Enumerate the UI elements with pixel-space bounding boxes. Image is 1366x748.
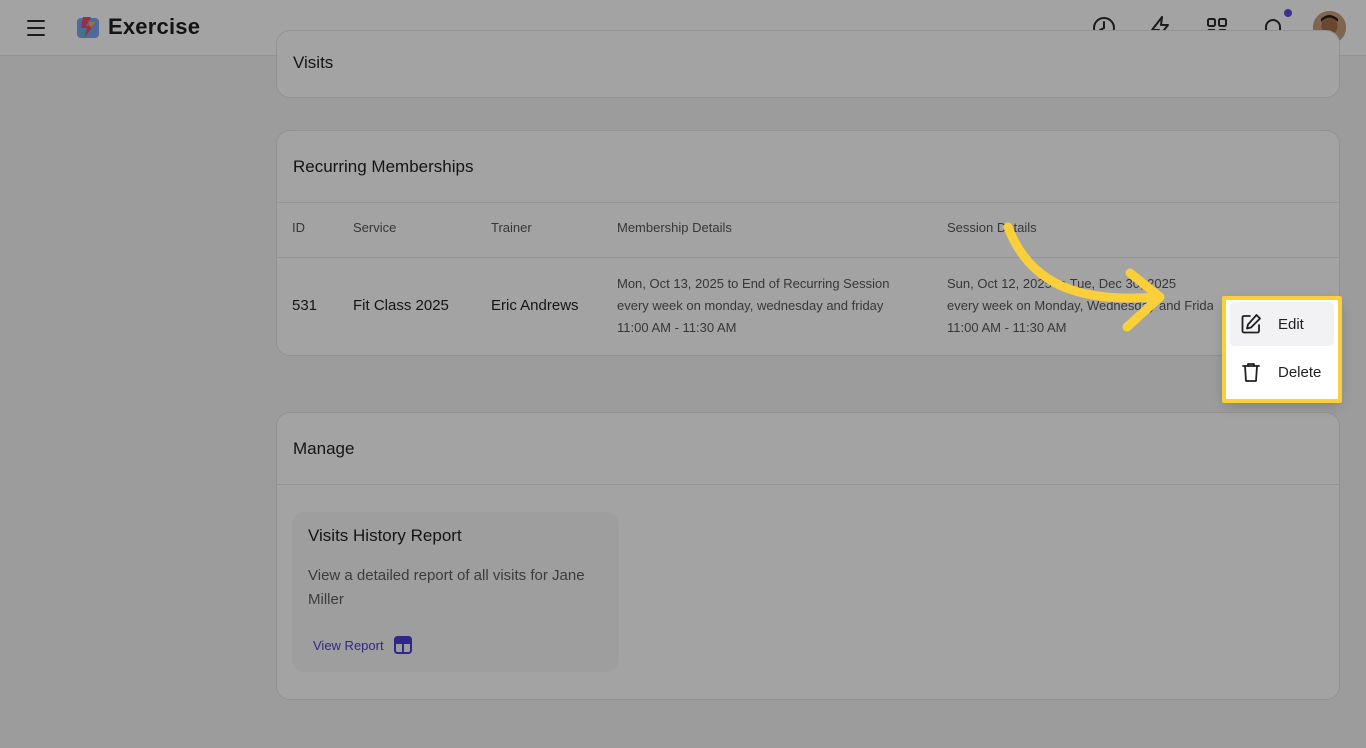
pointer-arrow xyxy=(1003,222,1165,332)
modal-backdrop[interactable] xyxy=(0,0,1366,748)
highlight-box xyxy=(1222,296,1342,403)
